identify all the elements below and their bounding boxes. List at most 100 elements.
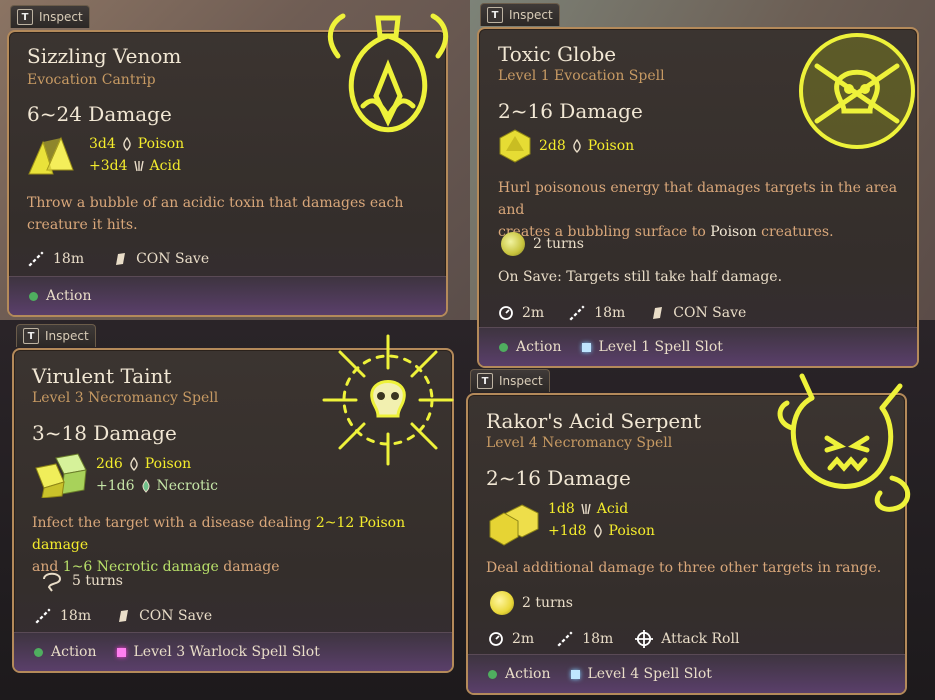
duration-value: 2 turns <box>533 236 584 252</box>
inspect-label: Inspect <box>45 329 89 343</box>
inspect-label: Inspect <box>39 10 83 24</box>
inspect-tab[interactable]: T Inspect <box>16 324 96 347</box>
poison-icon <box>130 457 138 471</box>
cost-footer: Action Level 4 Spell Slot <box>468 654 905 693</box>
save-value: CON Save <box>139 608 213 624</box>
t-key-icon: T <box>23 328 39 344</box>
on-save-text: On Save: Targets still take half damage. <box>498 269 783 285</box>
save-value: CON Save <box>136 251 210 267</box>
dice-value: 2d8 <box>539 138 566 154</box>
spell-title: Toxic Globe <box>498 42 617 66</box>
spell-slot-cost: Level 3 Warlock Spell Slot <box>133 644 320 660</box>
range-value: 18m <box>594 305 626 321</box>
dice-value: 1d8 <box>548 501 575 517</box>
damage-line-poison: +1d8 Poison <box>548 523 655 539</box>
spell-properties: 2m 18m Attack Roll <box>488 630 739 648</box>
range-icon <box>28 251 44 267</box>
dice-value: +1d8 <box>548 523 587 539</box>
inspect-label: Inspect <box>499 374 543 388</box>
spell-slot-icon <box>581 342 591 352</box>
spell-properties: 18m CON Save <box>34 607 212 625</box>
save-shield-icon <box>119 610 129 622</box>
damage-type: Acid <box>149 158 181 174</box>
cost-footer: Action Level 3 Warlock Spell Slot <box>14 632 452 671</box>
condition-duration: 2 turns <box>490 591 573 615</box>
poisoned-condition-icon <box>501 232 525 256</box>
venom-flask-icon <box>327 13 449 133</box>
duration-value: 5 turns <box>72 573 123 589</box>
range-value: 18m <box>53 251 85 267</box>
inspect-tab[interactable]: T Inspect <box>480 3 560 26</box>
desc-highlight: Poison <box>710 224 757 240</box>
attack-value: Attack Roll <box>661 631 740 647</box>
dice-value: +3d4 <box>89 158 128 174</box>
save-value: CON Save <box>673 305 747 321</box>
acid-icon <box>133 160 144 172</box>
inspect-label: Inspect <box>509 8 553 22</box>
damage-total: 3~18 Damage <box>32 421 177 445</box>
poison-icon <box>593 524 602 538</box>
acid-condition-icon <box>490 591 514 615</box>
action-dot-icon <box>499 342 508 352</box>
damage-line-necrotic: +1d6 Necrotic <box>96 478 218 494</box>
damage-total: 2~16 Damage <box>498 99 643 123</box>
action-cost: Action <box>516 339 562 355</box>
damage-total: 6~24 Damage <box>27 102 172 126</box>
range-value: 18m <box>582 631 614 647</box>
desc-text: Infect the target with a disease dealing <box>32 515 316 531</box>
action-cost: Action <box>51 644 97 660</box>
t-key-icon: T <box>477 373 493 389</box>
damage-line-poison: 2d6 Poison <box>96 456 191 472</box>
inspect-tab[interactable]: T Inspect <box>470 369 550 392</box>
spell-title: Rakor's Acid Serpent <box>486 409 702 433</box>
crosshair-icon <box>635 630 654 648</box>
damage-type: Acid <box>596 501 629 517</box>
cooldown-value: 2m <box>512 631 535 647</box>
damage-line-acid: +3d4 Acid <box>89 158 181 174</box>
damage-type: Poison <box>587 138 635 154</box>
damage-line-poison: 2d8 Poison <box>539 138 634 154</box>
range-icon <box>557 631 573 647</box>
spell-slot-icon <box>570 669 580 679</box>
cooldown-icon <box>499 306 513 320</box>
radiant-skull-icon <box>322 334 454 466</box>
spell-slot-cost: Level 1 Spell Slot <box>598 339 723 355</box>
inspect-tab[interactable]: T Inspect <box>10 5 90 28</box>
acid-icon <box>581 503 591 515</box>
desc-line: Throw a bubble of an acidic toxin that d… <box>27 195 404 211</box>
dice-value: +1d6 <box>96 478 135 494</box>
action-cost: Action <box>505 666 551 682</box>
desc-text: creatures. <box>756 224 834 240</box>
range-value: 18m <box>60 608 92 624</box>
spell-properties: 18m CON Save <box>27 250 209 268</box>
t-key-icon: T <box>17 9 33 25</box>
damage-type: Poison <box>608 523 655 539</box>
damage-type: Poison <box>137 136 185 152</box>
spell-properties: 2m 18m CON Save <box>498 304 746 322</box>
serpent-head-icon <box>777 373 911 512</box>
spell-title: Sizzling Venom <box>27 44 182 68</box>
warlock-slot-icon <box>116 647 126 657</box>
duration-value: 2 turns <box>522 595 573 611</box>
condition-duration: 5 turns <box>40 569 123 593</box>
spell-description: Deal additional damage to three other ta… <box>486 557 896 579</box>
necrotic-icon <box>142 479 150 493</box>
dice-value: 3d4 <box>89 136 116 152</box>
action-dot-icon <box>34 647 43 657</box>
cost-footer: Action <box>9 276 446 315</box>
on-save-note: On Save: Targets still take half damage. <box>498 269 782 285</box>
save-shield-icon <box>653 307 663 319</box>
damage-total: 2~16 Damage <box>486 466 631 490</box>
spell-subtitle: Level 1 Evocation Spell <box>498 68 665 84</box>
action-dot-icon <box>488 669 497 679</box>
damage-type: Poison <box>144 456 192 472</box>
range-icon <box>35 608 51 624</box>
desc-line: Deal additional damage to three other ta… <box>486 560 882 576</box>
dice-d6-icon <box>35 453 87 498</box>
poison-icon <box>573 139 581 153</box>
cooldown-value: 2m <box>522 305 545 321</box>
dice-value: 2d6 <box>96 456 123 472</box>
spell-slot-cost: Level 4 Spell Slot <box>587 666 712 682</box>
spell-title: Virulent Taint <box>32 364 172 388</box>
save-shield-icon <box>116 253 126 265</box>
